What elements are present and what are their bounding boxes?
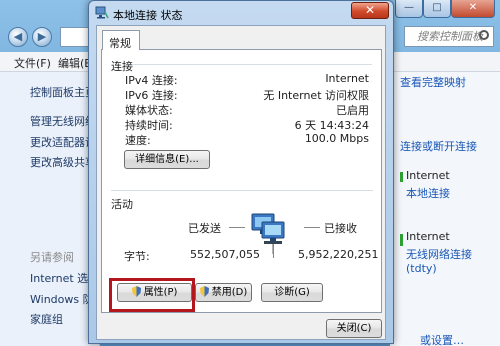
wireless-connection-link[interactable]: 无线网络连接 (406, 246, 472, 262)
ipv6-label: IPv6 连接: (125, 89, 178, 102)
search-input[interactable]: 搜索控制面板 (404, 26, 494, 47)
dialog-client-area: 常规 连接 IPv4 连接: Internet IPv6 连接: 无 Inter… (96, 25, 386, 340)
window-close-button[interactable]: ✕ (451, 0, 495, 18)
bytes-divider (273, 244, 274, 258)
local-connection-link[interactable]: 本地连接 (406, 185, 450, 201)
connect-disconnect-link[interactable]: 连接或断开连接 (400, 138, 477, 154)
access-type-2: Internet (406, 230, 450, 243)
bytes-sent-value: 552,507,055 (190, 248, 260, 261)
received-label: 已接收 (324, 222, 357, 235)
back-arrow-icon[interactable]: ◀ (8, 27, 28, 47)
ipv4-label: IPv4 连接: (125, 74, 178, 87)
search-icon[interactable] (479, 30, 489, 40)
diagnose-button[interactable]: 诊断(G) (261, 283, 323, 302)
uac-shield-icon (199, 286, 209, 297)
speed-label: 速度: (125, 134, 151, 147)
bytes-label: 字节: (124, 250, 150, 263)
duration-value: 6 天 14:43:24 (294, 119, 369, 132)
section-divider (132, 64, 372, 65)
wireless-signal-icon (400, 234, 403, 246)
activity-section-title: 活动 (111, 198, 133, 211)
setup-link[interactable]: 或设置… (420, 332, 464, 346)
close-button[interactable]: 关闭(C) (326, 319, 382, 338)
dialog-titlebar[interactable]: 本地连接 状态 ✕ (89, 1, 393, 25)
tab-general[interactable]: 常规 (102, 30, 140, 50)
speed-value: 100.0 Mbps (304, 132, 369, 145)
media-state-value: 已启用 (336, 104, 369, 117)
bytes-received-value: 5,952,220,251 (298, 248, 379, 261)
menu-file[interactable]: 文件(F) (14, 55, 51, 71)
network-icon (95, 6, 109, 19)
received-line (304, 227, 320, 228)
wireless-ssid[interactable]: (tdty) (406, 262, 437, 275)
details-button[interactable]: 详细信息(E)... (124, 150, 210, 169)
duration-label: 持续时间: (125, 119, 173, 132)
ipv6-value: 无 Internet 访问权限 (263, 89, 369, 102)
see-also-heading: 另请参阅 (30, 251, 74, 264)
control-panel-home-link[interactable]: 控制面板主页 (30, 84, 96, 100)
right-network-pane: 查看完整映射 连接或断开连接 Internet 本地连接 Internet 无线… (390, 72, 500, 346)
media-state-label: 媒体状态: (125, 104, 173, 117)
signal-bar-icon (400, 172, 403, 182)
address-bar[interactable] (60, 27, 90, 47)
manage-wireless-link[interactable]: 管理无线网络 (30, 113, 96, 129)
ipv4-value: Internet (325, 72, 369, 85)
see-full-map-link[interactable]: 查看完整映射 (400, 74, 466, 90)
left-task-pane: 控制面板主页 管理无线网络 更改适配器设置 更改高级共享设置 另请参阅 Inte… (0, 72, 118, 346)
minimize-button[interactable]: — (395, 0, 423, 18)
general-tab-page: 连接 IPv4 连接: Internet IPv6 连接: 无 Internet… (101, 49, 382, 313)
disable-button-label: 禁用(D) (211, 287, 248, 298)
forward-arrow-icon[interactable]: ▶ (32, 27, 52, 47)
close-icon[interactable]: ✕ (351, 2, 389, 19)
connection-status-dialog: 本地连接 状态 ✕ 常规 连接 IPv4 连接: Internet IPv6 连… (88, 0, 394, 344)
homegroup-link[interactable]: 家庭组 (30, 311, 63, 327)
properties-highlight-box (109, 278, 195, 312)
background-window-controls: — □ ✕ (395, 0, 500, 20)
section-divider (111, 190, 373, 191)
sent-line (229, 227, 245, 228)
access-type-1: Internet (406, 169, 450, 182)
maximize-button[interactable]: □ (423, 0, 451, 18)
search-placeholder: 搜索控制面板 (417, 30, 483, 43)
disable-button[interactable]: 禁用(D) (195, 283, 252, 302)
dialog-title: 本地连接 状态 (113, 9, 183, 22)
sent-label: 已发送 (188, 222, 221, 235)
